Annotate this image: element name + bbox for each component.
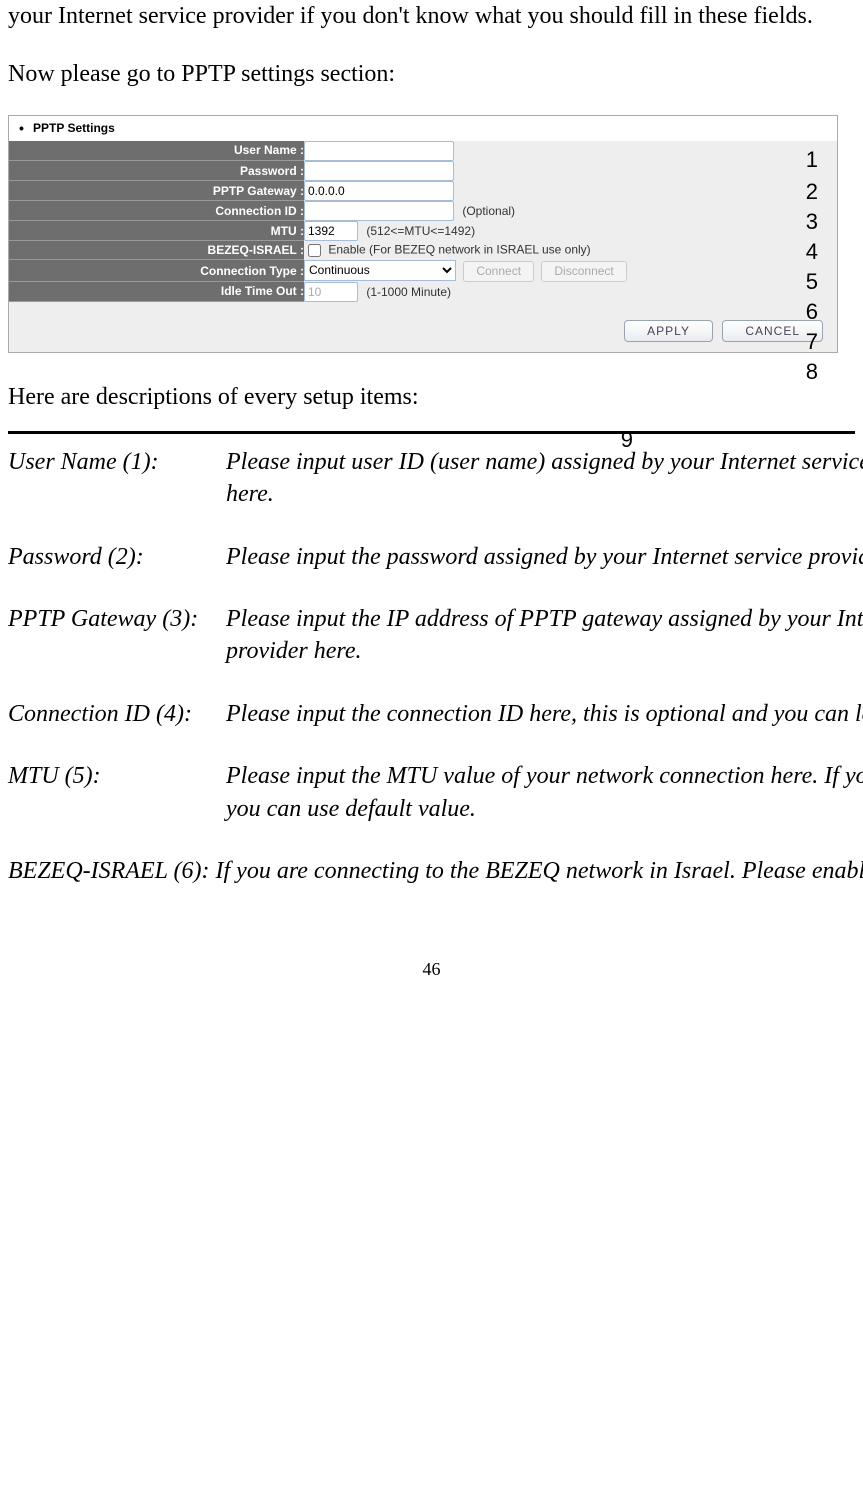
desc-def: Please input the connection ID here, thi…	[226, 698, 863, 760]
input-username[interactable]	[304, 141, 454, 161]
label-username: User Name :	[9, 141, 304, 161]
intro-paragraph-2: Now please go to PPTP settings section:	[8, 58, 855, 92]
desc-term: Connection ID (4):	[8, 698, 226, 760]
pptp-settings-panel: PPTP Settings User Name : Password : PPT…	[8, 115, 838, 353]
intro-paragraph-1: your Internet service provider if you do…	[8, 0, 855, 34]
desc-term: PPTP Gateway (3):	[8, 603, 226, 698]
callout-4: 4	[806, 237, 818, 268]
label-bezeq: BEZEQ-ISRAEL :	[9, 241, 304, 260]
callout-9: 9	[621, 425, 633, 456]
checkbox-bezeq[interactable]	[308, 244, 321, 257]
disconnect-button[interactable]: Disconnect	[541, 261, 626, 282]
input-idle[interactable]	[304, 282, 358, 302]
callout-2: 2	[806, 177, 818, 208]
desc-term: MTU (5):	[8, 760, 226, 855]
label-gateway: PPTP Gateway :	[9, 181, 304, 201]
desc-row: PPTP Gateway (3): Please input the IP ad…	[8, 603, 863, 698]
input-mtu[interactable]	[304, 221, 358, 241]
descriptions-intro: Here are descriptions of every setup ite…	[8, 381, 855, 415]
hint-bezeq: Enable (For BEZEQ network in ISRAEL use …	[328, 243, 590, 257]
input-gateway[interactable]	[304, 181, 454, 201]
select-conntype[interactable]: Continuous	[304, 260, 456, 281]
desc-row: BEZEQ-ISRAEL (6): If you are connecting …	[8, 855, 863, 917]
callout-5: 5	[806, 267, 818, 298]
apply-button[interactable]: APPLY	[624, 320, 713, 342]
callout-6: 6	[806, 297, 818, 328]
desc-term: BEZEQ-ISRAEL (6): If you are connecting …	[8, 855, 863, 917]
callout-7: 7	[806, 327, 818, 358]
desc-def: Please input the IP address of PPTP gate…	[226, 603, 863, 698]
desc-term: Password (2):	[8, 541, 226, 603]
label-mtu: MTU :	[9, 221, 304, 241]
desc-def: Please input the MTU value of your netwo…	[226, 760, 863, 855]
label-conntype: Connection Type :	[9, 260, 304, 282]
connect-button[interactable]: Connect	[463, 261, 534, 282]
descriptions-table: User Name (1): Please input user ID (use…	[8, 446, 863, 918]
input-connid[interactable]	[304, 201, 454, 221]
input-password[interactable]	[304, 161, 454, 181]
hint-connid: (Optional)	[462, 204, 515, 218]
callout-3: 3	[806, 207, 818, 238]
desc-term: User Name (1):	[8, 446, 226, 541]
desc-def: Please input user ID (user name) assigne…	[226, 446, 863, 541]
label-connid: Connection ID :	[9, 201, 304, 221]
screenshot-container: PPTP Settings User Name : Password : PPT…	[8, 115, 838, 353]
label-idle: Idle Time Out :	[9, 282, 304, 302]
callout-1: 1	[806, 145, 818, 176]
hint-idle: (1-1000 Minute)	[366, 285, 451, 299]
callout-8: 8	[806, 357, 818, 388]
desc-row: User Name (1): Please input user ID (use…	[8, 446, 863, 541]
desc-row: MTU (5): Please input the MTU value of y…	[8, 760, 863, 855]
divider	[8, 431, 855, 434]
hint-mtu: (512<=MTU<=1492)	[366, 224, 475, 238]
desc-row: Connection ID (4): Please input the conn…	[8, 698, 863, 760]
desc-row: Password (2): Please input the password …	[8, 541, 863, 603]
page-number: 46	[8, 957, 855, 982]
label-password: Password :	[9, 161, 304, 181]
desc-def: Please input the password assigned by yo…	[226, 541, 863, 603]
panel-title: PPTP Settings	[9, 116, 837, 141]
